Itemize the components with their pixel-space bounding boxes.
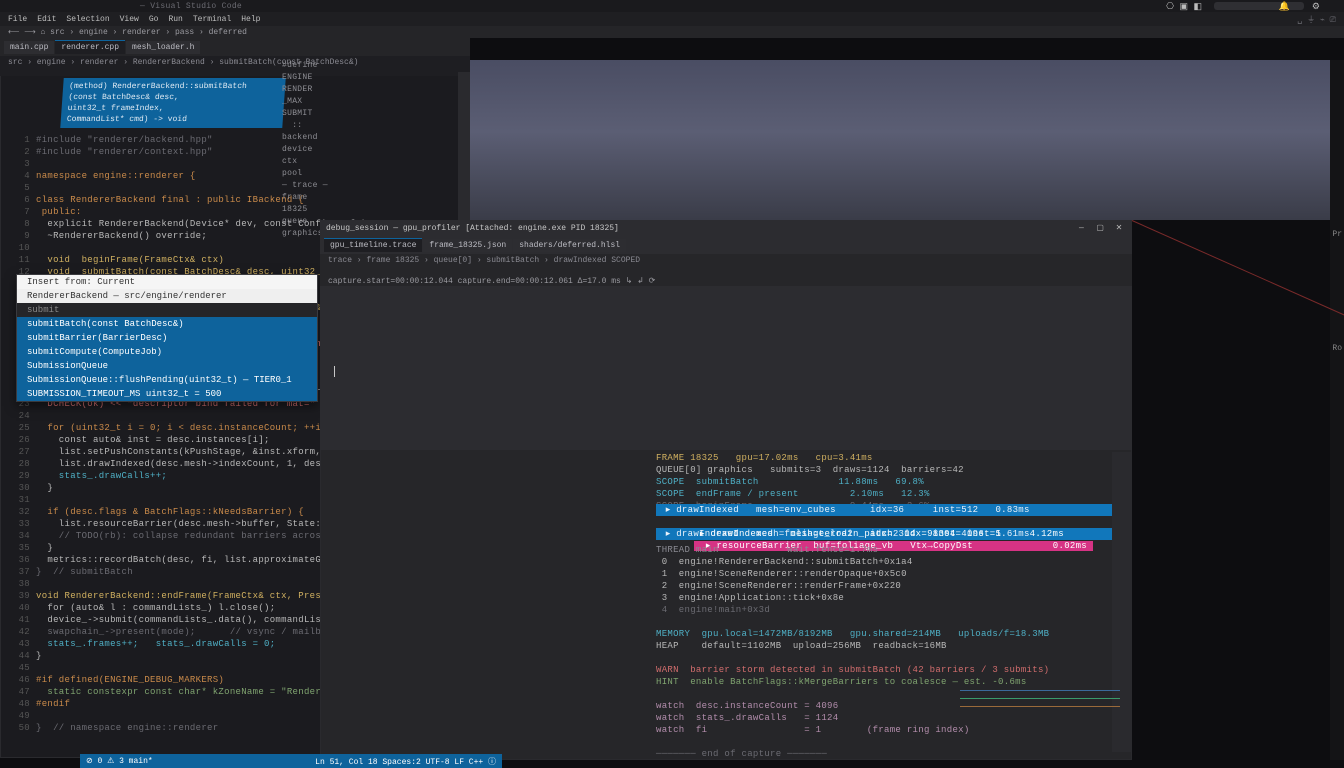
profiler-tabbar: gpu_timeline.trace frame_18325.json shad… (320, 236, 1132, 254)
right-strip-label-1: Pr (1332, 230, 1342, 239)
menu-terminal[interactable]: Terminal (193, 15, 231, 24)
outline-token: pool (282, 168, 406, 180)
autocomplete-item[interactable]: submitBarrier(BarrierDesc) (17, 331, 317, 345)
profiler-titlebar[interactable]: debug_session — gpu_profiler [Attached: … (320, 220, 1132, 236)
autocomplete-popup[interactable]: Insert from: Current RendererBackend — s… (16, 274, 318, 402)
code-line[interactable]: 3 engine!Application::tick+0x8e (656, 592, 1126, 604)
menu-view[interactable]: View (120, 15, 139, 24)
tab-mesh-loader-h[interactable]: mesh_loader.h (126, 41, 200, 54)
profiler-selection: ▸ drawIndexed mesh=env_cubes idx=36 inst… (656, 504, 1132, 540)
win-min-icon[interactable]: — (1074, 224, 1088, 233)
prof-sel-0[interactable]: ▸ drawIndexed mesh=env_cubes idx=36 inst… (656, 504, 1132, 516)
bell-icon[interactable]: 🔔 (1279, 2, 1290, 12)
titlebar: — Visual Studio Code ⎔ ▣ ◧ 🔔 ⚙ (0, 0, 1344, 12)
code-line[interactable]: THREAD main wait.fence=1.7ms (656, 544, 1126, 556)
ac-filter: submit (17, 303, 317, 317)
autocomplete-item[interactable]: SubmissionQueue::flushPending(uint32_t) … (17, 373, 317, 387)
menubar: File Edit Selection View Go Run Terminal… (0, 12, 1344, 26)
outline-sliver: #defineENGINERENDER_MAXSUBMIT ::backendd… (282, 60, 406, 240)
code-line[interactable]: QUEUE[0] graphics submits=3 draws=1124 b… (656, 464, 1126, 476)
breadcrumb-toolbar: ⟵ ⟶ ⌂ src › engine › renderer › pass › d… (0, 26, 1344, 38)
viewport-gradient (406, 60, 1336, 220)
code-line[interactable] (656, 736, 1126, 748)
sparkline-graph (960, 660, 1120, 720)
autocomplete-item[interactable]: SUBMISSION_TIMEOUT_MS uint32_t = 500 (17, 387, 317, 401)
menu-edit[interactable]: Edit (37, 15, 56, 24)
outline-token: device (282, 144, 406, 156)
panel-icon[interactable]: ▣ (1179, 2, 1188, 12)
outline-token: ctx (282, 156, 406, 168)
code-line[interactable]: HEAP default=1102MB upload=256MB readbac… (656, 640, 1126, 652)
profiler-details: THREAD main wait.fence=1.7ms 0 engine!Re… (656, 544, 1126, 760)
gear-icon[interactable]: ⚙ (1312, 2, 1320, 12)
title-text: — Visual Studio Code (140, 2, 242, 11)
tab-main-cpp[interactable]: main.cpp (4, 41, 54, 54)
code-line[interactable]: MEMORY gpu.local=1472MB/8192MB gpu.share… (656, 628, 1126, 640)
signature-help: (method) RendererBackend::submitBatch (c… (60, 78, 285, 128)
statusbar[interactable]: ⊘ 0 ⚠ 3 main* Ln 51, Col 18 Spaces:2 UTF… (80, 754, 502, 768)
menu-run[interactable]: Run (168, 15, 182, 24)
timeline-canvas[interactable] (320, 286, 1132, 450)
profiler-crumb-1[interactable]: trace › frame 18325 › queue[0] › submitB… (320, 254, 1132, 274)
left-tabbar: main.cpp renderer.cpp mesh_loader.h (0, 38, 470, 56)
code-line[interactable]: FRAME 18325 gpu=17.02ms cpu=3.41ms (656, 452, 1126, 464)
autocomplete-item[interactable]: submitBatch(const BatchDesc&) (17, 317, 317, 331)
tab-frame-json[interactable]: frame_18325.json (423, 239, 512, 252)
profiler-title-text: debug_session — gpu_profiler [Attached: … (326, 224, 619, 233)
sig-line-2: uint32_t frameIndex, (67, 103, 278, 114)
tab-renderer-cpp[interactable]: renderer.cpp (55, 40, 125, 54)
toolbar-right-icons[interactable]: ␣ ⏚ ⌁ ⎚ (1297, 14, 1336, 25)
menu-file[interactable]: File (8, 15, 27, 24)
tab-gpu-timeline[interactable]: gpu_timeline.trace (324, 238, 422, 252)
code-line[interactable] (656, 616, 1126, 628)
menu-selection[interactable]: Selection (66, 15, 109, 24)
sig-line-0: (method) RendererBackend::submitBatch (69, 81, 280, 92)
outline-token: :: (282, 120, 406, 132)
menu-go[interactable]: Go (149, 15, 159, 24)
code-line[interactable]: watch fi = 1 (frame ring index) (656, 724, 1126, 736)
code-line[interactable]: 2 engine!SceneRenderer::renderFrame+0x22… (656, 580, 1126, 592)
layout-icon[interactable]: ⎔ (1166, 2, 1174, 12)
guide-line (1132, 220, 1344, 327)
profiler-window: debug_session — gpu_profiler [Attached: … (320, 220, 1132, 760)
code-line[interactable]: 0 engine!RendererBackend::submitBatch+0x… (656, 556, 1126, 568)
outline-token: 18325 (282, 204, 406, 216)
activity-bar-right (1330, 60, 1344, 760)
code-line[interactable]: SCOPE submitBatch 11.88ms 69.8% (656, 476, 1126, 488)
outline-token: RENDER (282, 84, 406, 96)
win-max-icon[interactable]: ▢ (1093, 223, 1107, 233)
outline-token: — trace — (282, 180, 406, 192)
code-line[interactable]: ─────── end of capture ─────── (656, 748, 1126, 760)
sig-line-3: CommandList* cmd) -> void (66, 114, 277, 125)
autocomplete-item[interactable]: submitCompute(ComputeJob) (17, 345, 317, 359)
toolbar-crumb[interactable]: ⟵ ⟶ ⌂ src › engine › renderer › pass › d… (8, 27, 247, 37)
code-line[interactable]: 4 engine!main+0x3d (656, 604, 1126, 616)
outline-token: SUBMIT (282, 108, 406, 120)
autocomplete-item[interactable]: SubmissionQueue (17, 359, 317, 373)
status-left[interactable]: ⊘ 0 ⚠ 3 main* (86, 756, 153, 766)
sig-line-1: (const BatchDesc& desc, (68, 92, 279, 103)
win-close-icon[interactable]: ✕ (1112, 223, 1126, 233)
code-line[interactable]: 1 engine!SceneRenderer::renderOpaque+0x5… (656, 568, 1126, 580)
status-right[interactable]: Ln 51, Col 18 Spaces:2 UTF-8 LF C++ ⓘ (315, 756, 496, 767)
outline-token: frame (282, 192, 406, 204)
code-line[interactable]: SCOPE endFrame / present 2.10ms 12.3% (656, 488, 1126, 500)
outline-token: _MAX (282, 96, 406, 108)
menu-help[interactable]: Help (241, 15, 260, 24)
tab-deferred-hlsl[interactable]: shaders/deferred.hlsl (513, 239, 626, 252)
ac-head-1: Insert from: Current (17, 275, 317, 289)
outline-token: backend (282, 132, 406, 144)
outline-token: #define (282, 60, 406, 72)
split-icon[interactable]: ◧ (1193, 2, 1202, 12)
title-search[interactable] (1214, 2, 1304, 10)
outline-token: ENGINE (282, 72, 406, 84)
ac-head-2: RendererBackend — src/engine/renderer (17, 289, 317, 303)
right-strip-label-2: Ro (1332, 344, 1342, 353)
prof-sel-mid[interactable]: ▸ drawIndexed mesh=terrain_patch idx=983… (656, 516, 1132, 528)
